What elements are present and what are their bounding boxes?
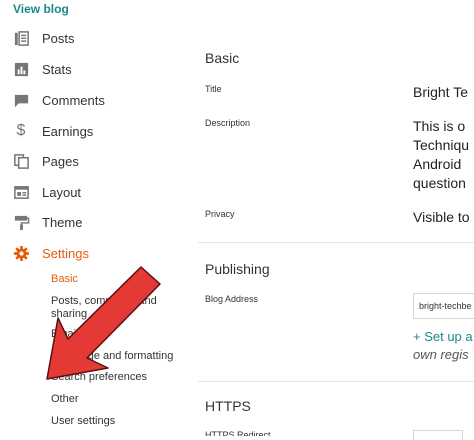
description-line-3[interactable]: Android [413,154,461,174]
sidebar-item-label: Settings [42,245,89,261]
section-title-publishing: Publishing [205,261,270,277]
settings-subitem-user-settings[interactable]: User settings [51,415,176,428]
sidebar-item-earnings[interactable]: $ Earnings [12,119,182,143]
paint-roller-icon [12,213,30,231]
description-line-4[interactable]: question [413,173,466,193]
blog-address-field[interactable]: bright-techbe [413,293,474,319]
settings-subitem-language-formatting[interactable]: Language and formatting [51,350,186,363]
https-redirect-select[interactable] [413,430,463,440]
settings-subitem-basic[interactable]: Basic [51,273,176,286]
own-registration-note: own regis [413,347,469,362]
privacy-value[interactable]: Visible to [413,207,470,227]
settings-subitem-other[interactable]: Other [51,393,176,406]
sidebar: View blog Posts Stats Comments $ Earning… [0,0,190,436]
sidebar-item-posts[interactable]: Posts [12,26,182,50]
layout-icon [12,183,30,201]
setup-custom-domain-link[interactable]: + Set up a [413,329,473,344]
privacy-label: Privacy [205,209,235,219]
posts-icon [12,29,30,47]
section-title-https: HTTPS [205,398,251,414]
sidebar-item-pages[interactable]: Pages [12,149,182,173]
description-line-2[interactable]: Techniqu [413,135,469,155]
sidebar-item-label: Comments [42,92,105,108]
description-line-1[interactable]: This is o [413,116,465,136]
pages-icon [12,152,30,170]
sidebar-item-label: Pages [42,153,79,169]
sidebar-item-layout[interactable]: Layout [12,180,182,204]
sidebar-item-theme[interactable]: Theme [12,210,182,234]
sidebar-item-label: Earnings [42,123,94,139]
settings-subitem-search-preferences[interactable]: Search preferences [51,371,176,384]
sidebar-item-comments[interactable]: Comments [12,88,182,112]
sidebar-item-label: Stats [42,61,72,77]
dollar-icon: $ [16,122,26,139]
description-label: Description [205,118,251,128]
gear-icon [12,244,30,262]
comments-icon [12,91,30,109]
section-divider [198,242,474,243]
sidebar-item-label: Theme [42,214,83,230]
sidebar-item-label: Posts [42,30,75,46]
title-label: Title [205,84,222,94]
https-redirect-label: HTTPS Redirect [205,430,271,436]
stats-icon [12,60,30,78]
settings-subitem-email[interactable]: Email [51,328,176,341]
settings-subitem-posts-comments-sharing[interactable]: Posts, comments and sharing [51,295,176,321]
blog-address-label: Blog Address [205,294,259,304]
view-blog-link[interactable]: View blog [13,2,69,16]
sidebar-item-stats[interactable]: Stats [12,57,182,81]
sidebar-item-settings[interactable]: Settings [12,241,182,265]
section-divider [198,381,474,382]
sidebar-item-label: Layout [42,184,82,200]
blog-title-value[interactable]: Bright Te [413,82,468,102]
section-title-basic: Basic [205,50,240,66]
